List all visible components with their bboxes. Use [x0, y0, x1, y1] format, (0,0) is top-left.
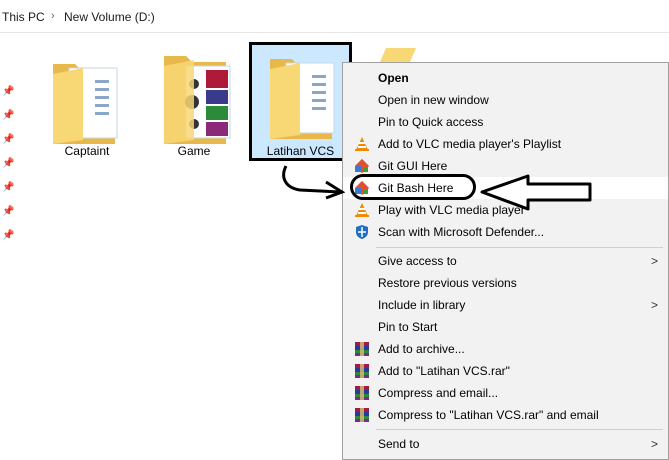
winrar-icon — [355, 364, 369, 378]
pin-icon: 📌 — [2, 182, 15, 193]
context-menu: Open Open in new window Pin to Quick acc… — [342, 62, 669, 460]
menu-item-restore-versions[interactable]: Restore previous versions — [343, 272, 668, 294]
git-icon — [354, 158, 370, 174]
vlc-icon — [355, 203, 369, 217]
annotation-curved-arrow-icon — [282, 165, 346, 200]
folder-label: Game — [177, 144, 211, 158]
menu-item-give-access[interactable]: Give access to > — [343, 250, 668, 272]
folder-latihan-vcs[interactable]: Latihan VCS — [249, 42, 352, 161]
winrar-icon — [355, 342, 369, 356]
folder-captaint[interactable]: Captaint — [39, 44, 135, 174]
folder-icon — [380, 48, 416, 62]
menu-divider — [376, 429, 663, 430]
menu-divider — [376, 247, 663, 248]
menu-item-compress-email[interactable]: Compress and email... — [343, 382, 668, 404]
pin-icon: 📌 — [2, 110, 15, 121]
address-bar[interactable]: This PC › New Volume (D:) — [0, 0, 669, 33]
chevron-right-icon: > — [650, 298, 658, 312]
pin-icon: 📌 — [2, 230, 15, 241]
menu-item-pin-quick-access[interactable]: Pin to Quick access — [343, 111, 668, 133]
folder-label: Latihan VCS — [266, 144, 335, 158]
annotation-highlight-ring — [350, 174, 476, 200]
vlc-icon — [355, 137, 369, 151]
chevron-right-icon: > — [650, 437, 658, 451]
folder-label: Captaint — [64, 144, 110, 158]
menu-item-pin-start[interactable]: Pin to Start — [343, 316, 668, 338]
folder-icon — [270, 59, 335, 139]
breadcrumb-this-pc[interactable]: This PC — [2, 10, 45, 24]
defender-icon — [356, 225, 368, 239]
menu-item-open-new-window[interactable]: Open in new window — [343, 89, 668, 111]
folder-icon — [53, 64, 118, 144]
winrar-icon — [355, 408, 369, 422]
folder-game[interactable]: Game — [146, 44, 242, 174]
pin-icon: 📌 — [2, 206, 15, 217]
menu-item-add-archive[interactable]: Add to archive... — [343, 338, 668, 360]
breadcrumb-chevron-icon: › — [51, 10, 55, 22]
pin-icon: 📌 — [2, 158, 15, 169]
menu-item-vlc-playlist[interactable]: Add to VLC media player's Playlist — [343, 133, 668, 155]
breadcrumb-new-volume[interactable]: New Volume (D:) — [64, 10, 155, 24]
annotation-left-arrow-icon — [480, 174, 592, 211]
menu-item-send-to[interactable]: Send to > — [343, 433, 668, 455]
menu-item-add-to-rar[interactable]: Add to "Latihan VCS.rar" — [343, 360, 668, 382]
chevron-right-icon: > — [650, 254, 658, 268]
menu-item-defender-scan[interactable]: Scan with Microsoft Defender... — [343, 221, 668, 243]
menu-item-compress-rar-email[interactable]: Compress to "Latihan VCS.rar" and email — [343, 404, 668, 426]
pin-icon: 📌 — [2, 86, 15, 97]
winrar-icon — [355, 386, 369, 400]
pin-icon: 📌 — [2, 134, 15, 145]
folder-icon — [164, 56, 231, 144]
menu-item-open[interactable]: Open — [343, 67, 668, 89]
menu-item-include-library[interactable]: Include in library > — [343, 294, 668, 316]
